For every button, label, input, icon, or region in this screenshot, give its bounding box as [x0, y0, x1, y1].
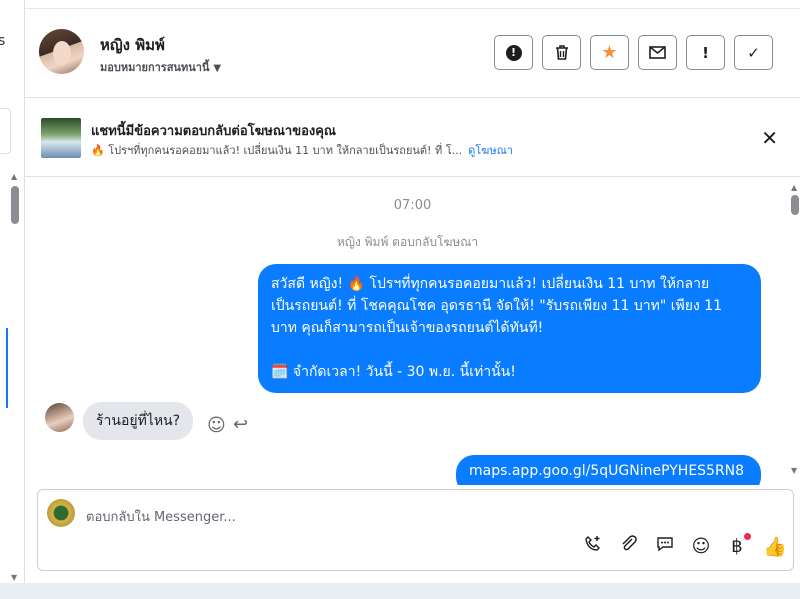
- view-ad-link[interactable]: ดูโฆษณา: [468, 144, 513, 157]
- active-indicator: [6, 328, 8, 408]
- message-line: บาท คุณก็สามารถเป็นเจ้าของรถยนต์ได้ทันที…: [271, 320, 544, 336]
- baht-icon[interactable]: ฿: [727, 533, 751, 557]
- left-column: s ▲ ▼: [0, 0, 25, 583]
- thumbs-up-icon[interactable]: 👍: [763, 535, 787, 558]
- message-line: 🗓️ จำกัดเวลา! วันนี้ - 30 พ.ย. นี้เท่านั…: [271, 364, 516, 380]
- composer-input[interactable]: ตอบกลับใน Messenger...: [86, 506, 236, 527]
- ad-reply-note: หญิง พิมพ์ ตอบกลับโฆษณา: [336, 235, 479, 249]
- left-scrollbar[interactable]: ▲ ▼: [9, 172, 22, 582]
- message-thread: 07:00 หญิง พิมพ์ ตอบกลับโฆษณา สวัสดี หญิ…: [25, 178, 790, 485]
- star-icon: ★: [601, 42, 618, 63]
- phone-add-icon[interactable]: [583, 535, 603, 558]
- chat-bubble-icon[interactable]: [655, 535, 675, 558]
- notification-dot: [744, 533, 751, 540]
- ad-banner-subtitle: 🔥 โปรฯที่ทุกคนรอคอยมาแล้ว! เปลี่ยนเงิน 1…: [91, 141, 513, 159]
- scroll-down-icon[interactable]: ▼: [791, 466, 797, 475]
- scroll-up-icon[interactable]: ▲: [11, 172, 17, 181]
- composer-tools: ☺ ฿ 👍: [583, 533, 787, 558]
- assign-dropdown[interactable]: มอบหมายการสนทนานี้ ▼: [100, 58, 221, 76]
- envelope-icon: [649, 46, 666, 59]
- emoji-icon[interactable]: ☺: [691, 536, 711, 557]
- message-timestamp: 07:00: [393, 198, 432, 213]
- email-button[interactable]: [638, 35, 677, 70]
- ad-banner-text: 🔥 โปรฯที่ทุกคนรอคอยมาแล้ว! เปลี่ยนเงิน 1…: [91, 144, 463, 157]
- outgoing-message[interactable]: สวัสดี หญิง! 🔥 โปรฯที่ทุกคนรอคอยมาแล้ว! …: [258, 264, 761, 393]
- contact-avatar[interactable]: [39, 29, 84, 74]
- header-actions: ! ★ ! ✓: [494, 35, 773, 70]
- outgoing-link-message[interactable]: maps.app.goo.gl/5qUGNinePYHES5RN8: [456, 455, 761, 485]
- react-emoji-icon[interactable]: ☺: [207, 415, 226, 436]
- scroll-up-icon[interactable]: ▲: [791, 183, 797, 192]
- reply-arrow-icon[interactable]: ↩: [233, 414, 248, 435]
- message-composer[interactable]: ตอบกลับใน Messenger... ☺ ฿ 👍: [37, 489, 794, 571]
- paperclip-icon[interactable]: [619, 535, 639, 558]
- scroll-down-icon[interactable]: ▼: [11, 573, 17, 582]
- mark-done-button[interactable]: ✓: [734, 35, 773, 70]
- star-button[interactable]: ★: [590, 35, 629, 70]
- caret-down-icon: ▼: [213, 63, 222, 74]
- check-icon: ✓: [747, 43, 760, 62]
- close-icon[interactable]: ✕: [761, 126, 778, 150]
- conversation-header: หญิง พิมพ์ มอบหมายการสนทนานี้ ▼ ! ★ ! ✓: [25, 9, 800, 98]
- sender-avatar[interactable]: [45, 403, 74, 432]
- ad-banner-title: แชทนี้มีข้อความตอบกลับต่อโฆษณาของคุณ: [91, 124, 336, 139]
- scroll-thumb[interactable]: [791, 195, 799, 215]
- report-button[interactable]: !: [494, 35, 533, 70]
- message-line: สวัสดี หญิง! 🔥 โปรฯที่ทุกคนรอคอยมาแล้ว! …: [271, 276, 710, 292]
- mark-important-button[interactable]: !: [686, 35, 725, 70]
- assign-label: มอบหมายการสนทนานี้: [100, 61, 210, 74]
- contact-name[interactable]: หญิง พิมพ์: [100, 33, 165, 57]
- exclamation-icon: !: [702, 43, 709, 62]
- bottom-strip: [0, 583, 800, 599]
- ad-reply-banner: แชทนี้มีข้อความตอบกลับต่อโฆษณาของคุณ 🔥 โ…: [25, 99, 800, 177]
- scroll-thumb[interactable]: [11, 186, 19, 224]
- trash-icon: [555, 45, 568, 60]
- page-avatar: [47, 499, 75, 527]
- report-icon: !: [505, 44, 522, 61]
- delete-button[interactable]: [542, 35, 581, 70]
- incoming-message[interactable]: ร้านอยู่ที่ไหน?: [83, 402, 194, 440]
- message-line: เป็นรถยนต์! ที่ โชคคุณโชค อุดรธานี จัดให…: [271, 298, 723, 314]
- conversation-panel: หญิง พิมพ์ มอบหมายการสนทนานี้ ▼ ! ★ ! ✓ แ…: [25, 0, 800, 583]
- left-column-fragment: s: [0, 33, 5, 49]
- thread-scrollbar[interactable]: ▲ ▼: [789, 183, 800, 475]
- ad-thumbnail[interactable]: [41, 118, 81, 158]
- left-column-card[interactable]: [0, 108, 11, 154]
